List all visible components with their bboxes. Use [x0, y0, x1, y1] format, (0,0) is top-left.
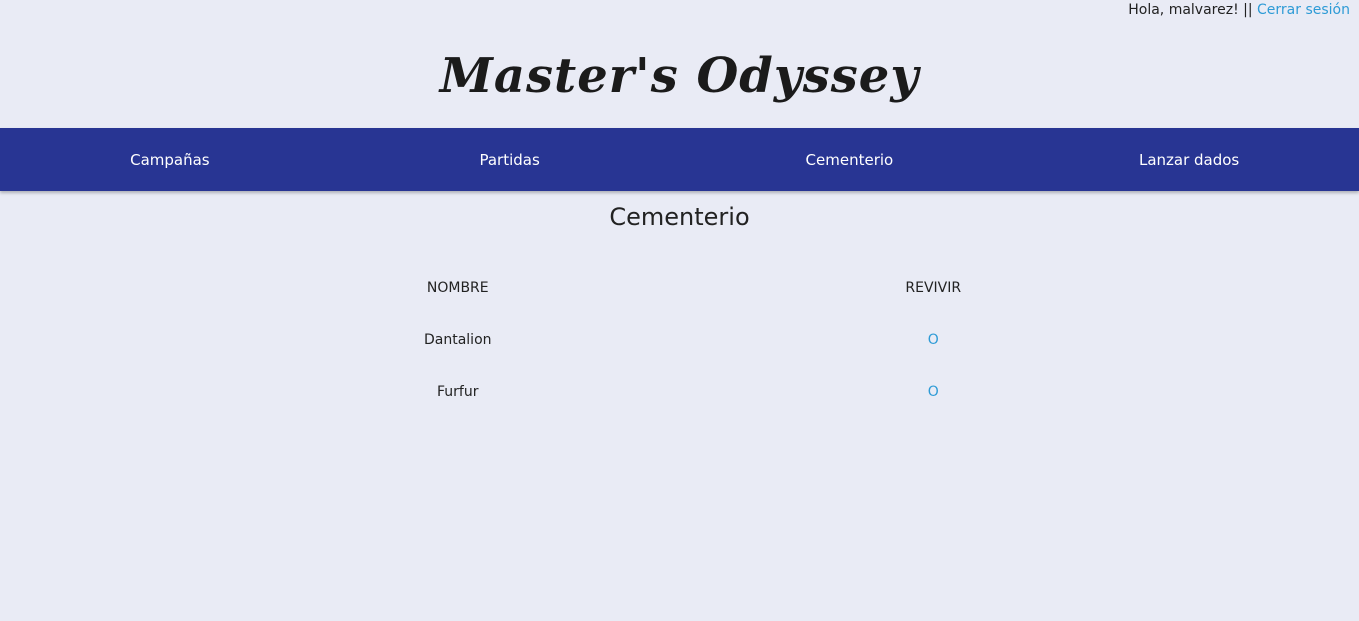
character-name: Dantalion: [423, 332, 492, 348]
page-title: Cementerio: [609, 203, 750, 231]
logout-link[interactable]: Cerrar sesión: [1257, 2, 1350, 18]
nav-item-roll-dice[interactable]: Lanzar dados: [1019, 128, 1359, 191]
user-bar: Hola, malvarez! || Cerrar sesión: [1128, 2, 1350, 18]
table-row: Dantalion O: [220, 314, 1171, 366]
revive-button[interactable]: O: [928, 384, 939, 400]
nav-item-games[interactable]: Partidas: [340, 128, 680, 191]
cemetery-table: NOMBRE REVIVIR Dantalion O Furfur O: [220, 262, 1171, 418]
character-name: Furfur: [437, 384, 479, 400]
table-row: Furfur O: [220, 366, 1171, 418]
main-navbar: Campañas Partidas Cementerio Lanzar dado…: [0, 128, 1359, 191]
column-header-name: NOMBRE: [426, 280, 489, 296]
revive-button[interactable]: O: [928, 332, 939, 348]
nav-item-campaigns[interactable]: Campañas: [0, 128, 340, 191]
revive-cell: O: [696, 366, 1172, 418]
table-header-row: NOMBRE REVIVIR: [220, 262, 1171, 314]
column-header-revive: REVIVIR: [905, 280, 962, 296]
nav-item-cemetery[interactable]: Cementerio: [680, 128, 1020, 191]
revive-cell: O: [696, 314, 1172, 366]
site-title[interactable]: Master's Odyssey: [0, 48, 1359, 104]
greeting-text: Hola, malvarez! ||: [1128, 2, 1253, 18]
